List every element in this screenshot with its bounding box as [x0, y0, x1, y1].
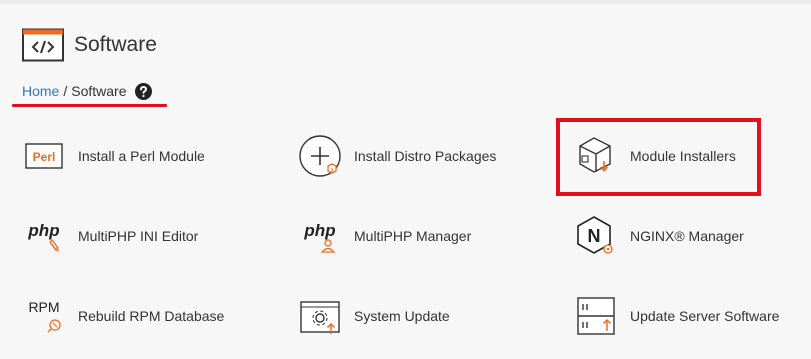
page-header: Software [22, 28, 157, 62]
item-label: Update Server Software [630, 308, 780, 324]
add-package-icon [298, 134, 342, 178]
perl-icon-text: Perl [33, 150, 56, 164]
code-window-icon [22, 28, 64, 62]
update-server-software-link[interactable]: Update Server Software [574, 294, 779, 338]
server-update-icon [574, 294, 618, 338]
perl-icon: Perl [22, 134, 66, 178]
page-title: Software [74, 33, 157, 56]
item-label: Rebuild RPM Database [78, 308, 225, 324]
rebuild-rpm-database-link[interactable]: RPM Rebuild RPM Database [22, 294, 224, 338]
item-label: Install Distro Packages [354, 148, 497, 164]
install-perl-module-link[interactable]: Perl Install a Perl Module [22, 134, 205, 178]
item-label: Install a Perl Module [78, 148, 205, 164]
item-label: NGINX® Manager [630, 228, 744, 244]
breadcrumb-home-link[interactable]: Home [22, 83, 59, 99]
breadcrumb-separator: / [63, 83, 68, 99]
system-update-link[interactable]: System Update [298, 294, 450, 338]
rpm-icon-text: RPM [28, 299, 59, 315]
item-label: MultiPHP INI Editor [78, 228, 199, 244]
breadcrumb-highlight-underline [12, 104, 167, 107]
php-editor-icon: php [22, 214, 66, 258]
help-icon[interactable] [134, 82, 152, 100]
nginx-icon: N [574, 214, 618, 258]
php-editor-icon-text: php [27, 221, 59, 240]
multiphp-ini-editor-link[interactable]: php MultiPHP INI Editor [22, 214, 198, 258]
module-installers-highlight-box [556, 118, 761, 196]
nginx-manager-link[interactable]: N NGINX® Manager [574, 214, 744, 258]
php-manager-icon: php [298, 214, 342, 258]
breadcrumb-current: Software [71, 83, 127, 99]
system-update-icon [298, 294, 342, 338]
install-distro-packages-link[interactable]: Install Distro Packages [298, 134, 496, 178]
php-manager-icon-text: php [303, 221, 335, 240]
rpm-icon: RPM [22, 294, 66, 338]
top-bar [0, 0, 811, 4]
multiphp-manager-link[interactable]: php MultiPHP Manager [298, 214, 471, 258]
item-label: MultiPHP Manager [354, 228, 472, 244]
breadcrumb: Home / Software [22, 80, 152, 102]
nginx-icon-text: N [588, 226, 601, 246]
item-label: System Update [354, 308, 450, 324]
